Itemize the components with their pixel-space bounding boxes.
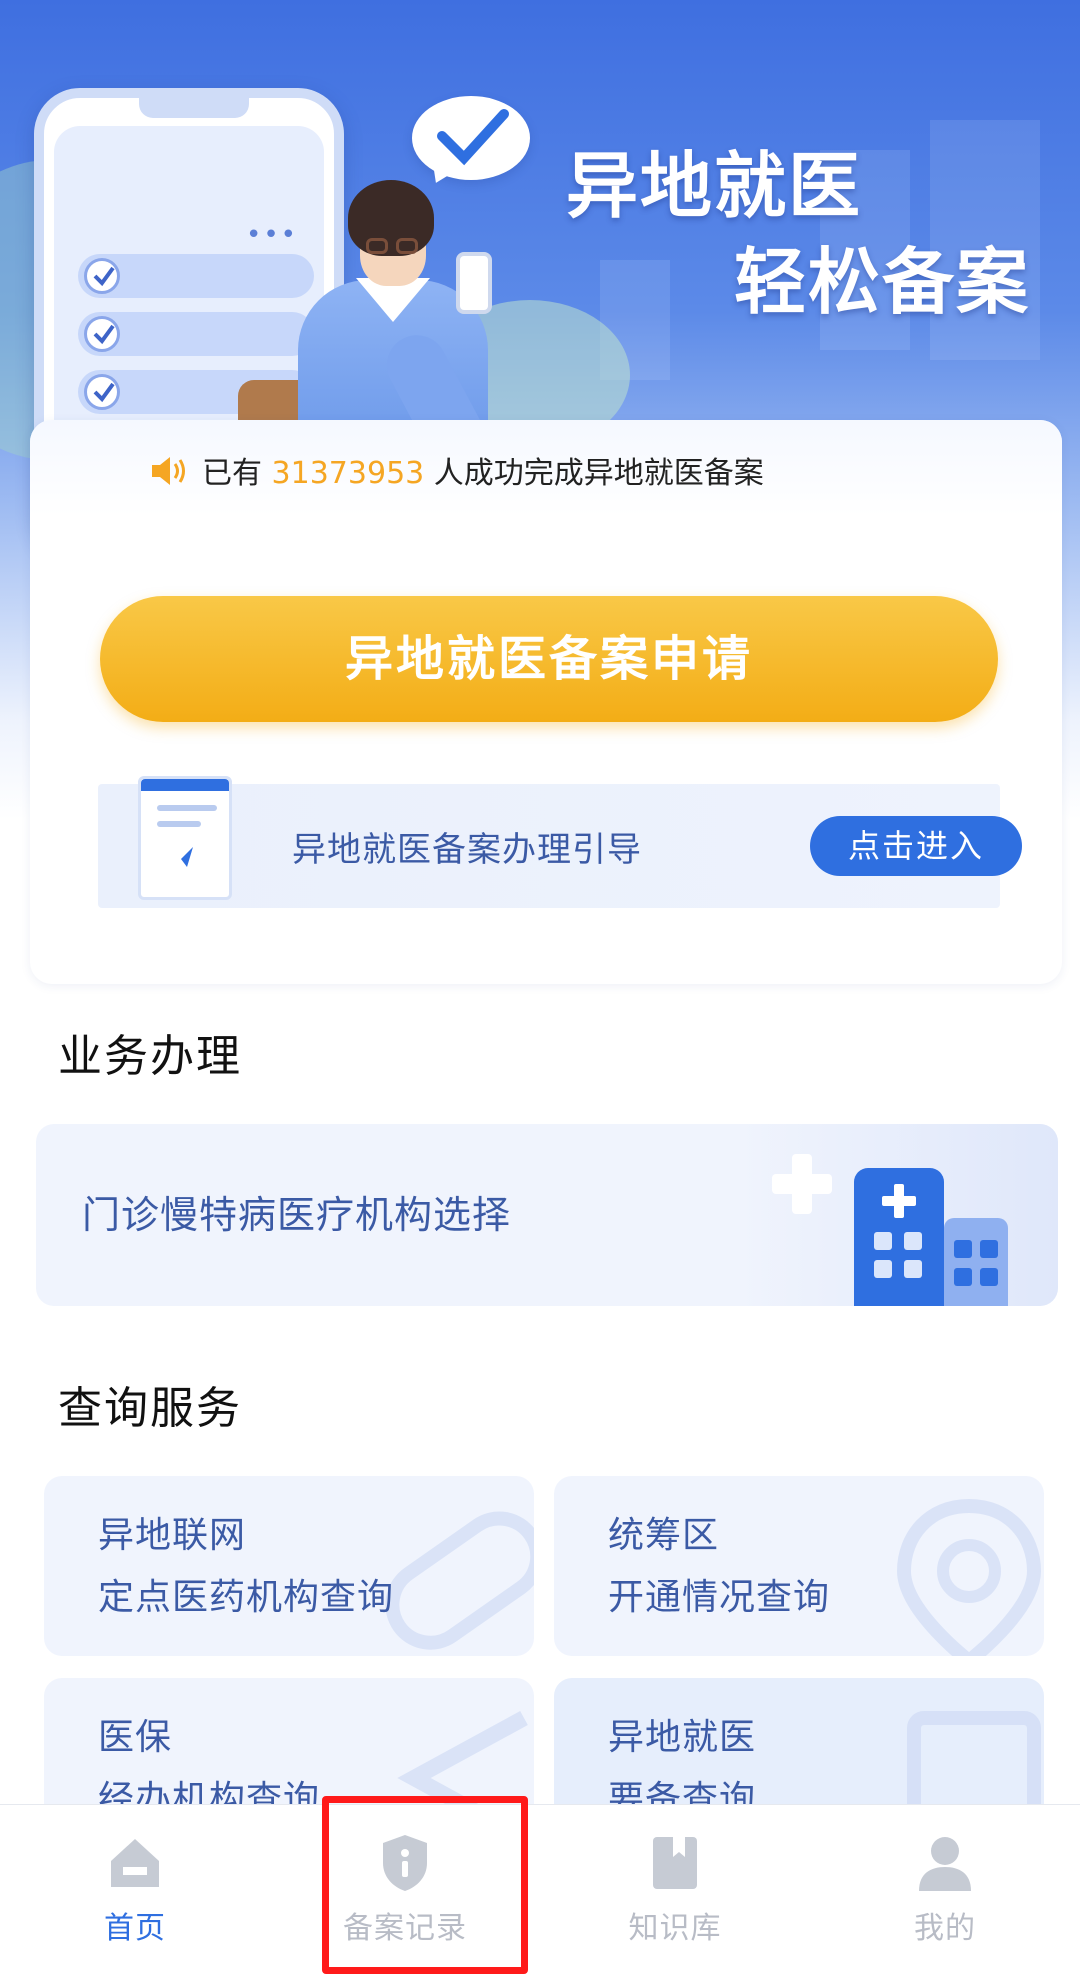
query-card-subtitle: 定点医药机构查询 (98, 1577, 395, 1618)
enter-guide-button[interactable]: 点击进入 (810, 816, 1022, 876)
query-card-title: 异地联网 (98, 1515, 247, 1556)
profile-icon (919, 1837, 971, 1891)
filing-card: 已有 31373953 人成功完成异地就医备案 异地就医备案申请 异地就医备案办… (30, 420, 1062, 984)
query-section-title: 查询服务 (58, 1383, 242, 1434)
query-card-region-status[interactable]: 统筹区 开通情况查询 (554, 1476, 1044, 1656)
hero-title-line2: 轻松备案 (733, 240, 1030, 324)
tab-home[interactable]: 首页 (0, 1805, 270, 1974)
notice-bar: 已有 31373953 人成功完成异地就医备案 (30, 420, 1062, 516)
query-card-title: 统筹区 (608, 1515, 720, 1556)
tab-knowledge-base-label: 知识库 (628, 1911, 722, 1946)
document-icon (138, 776, 232, 900)
chronic-disease-institution-label: 门诊慢特病医疗机构选择 (82, 1193, 512, 1237)
query-card-title: 医保 (98, 1717, 173, 1758)
notice-suffix: 人成功完成异地就医备案 (433, 456, 764, 491)
highlight-annotation-box (322, 1796, 528, 1974)
tab-knowledge-base[interactable]: 知识库 (540, 1805, 810, 1974)
speaker-icon (152, 457, 185, 485)
tab-profile[interactable]: 我的 (810, 1805, 1080, 1974)
book-icon (653, 1837, 697, 1889)
notice-text: 已有 31373953 人成功完成异地就医备案 (202, 448, 764, 492)
guide-banner[interactable]: 异地就医备案办理引导 点击进入 (98, 776, 1022, 908)
tab-home-label: 首页 (104, 1911, 166, 1946)
tab-profile-label: 我的 (914, 1911, 976, 1946)
bottom-tab-bar: 首页 备案记录 知识库 我的 (0, 1804, 1080, 1974)
query-card-title: 异地就医 (608, 1717, 757, 1758)
query-card-network-institutions[interactable]: 异地联网 定点医药机构查询 (44, 1476, 534, 1656)
hero-title-line1: 异地就医 (565, 144, 862, 228)
pill-icon (385, 1511, 534, 1650)
guide-text: 异地就医备案办理引导 (292, 830, 642, 870)
home-icon (111, 1839, 159, 1887)
location-pin-icon (896, 1498, 1042, 1656)
query-card-subtitle: 开通情况查询 (608, 1577, 831, 1618)
page: ••• 异地就医 轻松备案 已有 31373953 人成功完成异地就医备案 异地… (0, 0, 1080, 1974)
chronic-disease-institution-card[interactable]: 门诊慢特病医疗机构选择 (36, 1124, 1058, 1306)
hero-title: 异地就医 轻松备案 (470, 138, 1030, 330)
notice-prefix: 已有 (202, 456, 262, 491)
hospital-annex-icon (944, 1218, 1008, 1306)
apply-filing-button[interactable]: 异地就医备案申请 (100, 596, 998, 722)
business-section-title: 业务办理 (58, 1031, 242, 1082)
hospital-icon (854, 1168, 944, 1306)
filing-count: 31373953 (271, 456, 425, 491)
